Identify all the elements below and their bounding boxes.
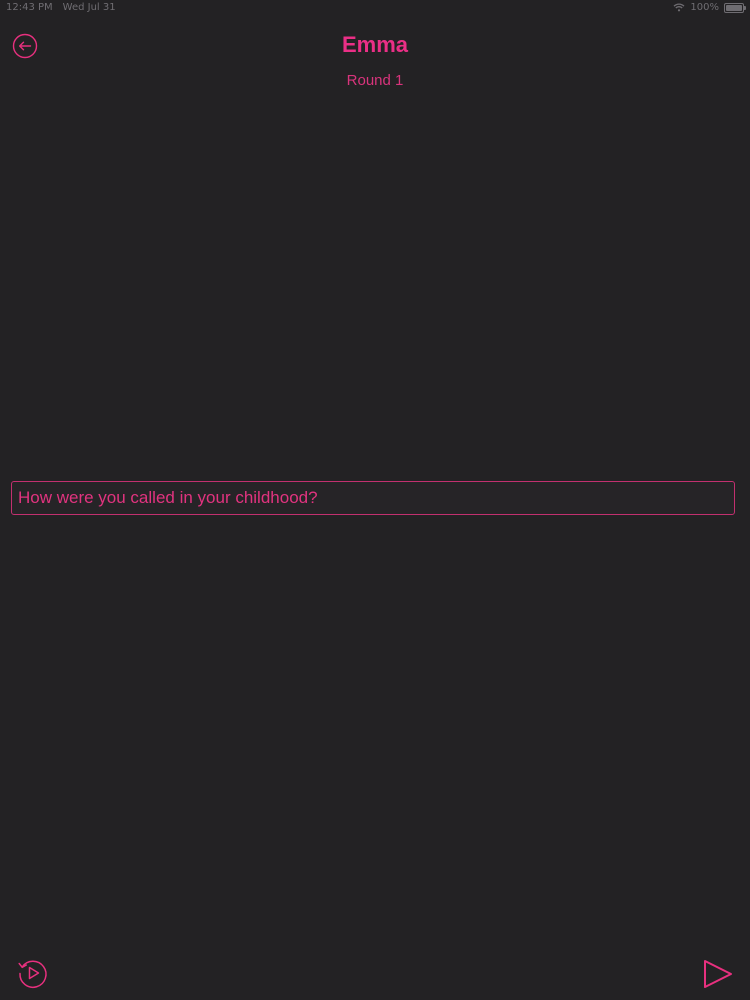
- play-button[interactable]: [702, 958, 734, 990]
- status-bar: 12:43 PM Wed Jul 31 100%: [0, 0, 750, 16]
- play-triangle-icon: [704, 960, 732, 988]
- status-time: 12:43 PM: [6, 2, 53, 13]
- status-bar-right: 100%: [673, 2, 746, 13]
- wifi-icon: [673, 3, 685, 12]
- replay-button[interactable]: [16, 956, 50, 990]
- status-bar-left: 12:43 PM Wed Jul 31: [6, 2, 116, 13]
- status-date: Wed Jul 31: [62, 2, 116, 13]
- round-label: Round 1: [346, 72, 404, 89]
- question-text: How were you called in your childhood?: [18, 488, 318, 507]
- battery-icon: [724, 2, 746, 13]
- battery-percent: 100%: [690, 2, 719, 13]
- replay-icon: [18, 960, 47, 989]
- page-title: Emma: [341, 32, 409, 57]
- question-field[interactable]: How were you called in your childhood?: [11, 481, 735, 515]
